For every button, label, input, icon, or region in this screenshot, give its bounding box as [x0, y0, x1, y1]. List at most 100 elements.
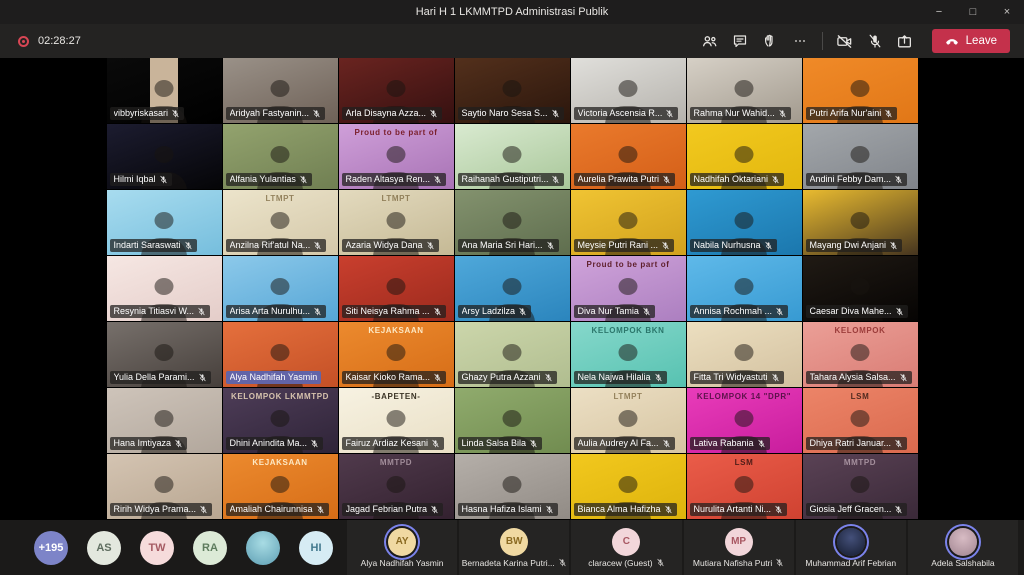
featured-participant[interactable]: Adela Salshabila — [908, 520, 1018, 575]
share-screen-button[interactable] — [890, 28, 920, 54]
participant-tile[interactable]: KELOMPOKTahara Alysia Salsa... — [803, 322, 918, 387]
participant-tile[interactable]: Arla Disayna Azza... — [339, 58, 454, 123]
participant-tile[interactable]: Caesar Diva Mahe... — [803, 256, 918, 321]
participant-initials-avatar[interactable]: C — [612, 528, 640, 556]
participant-tile[interactable]: vibbyriskasari — [107, 58, 222, 123]
participant-tile[interactable]: Proud to be part ofRaden Altasya Ren... — [339, 124, 454, 189]
participant-initials-avatar[interactable]: MP — [725, 528, 753, 556]
participant-tile[interactable]: Proud to be part ofDiva Nur Tamia — [571, 256, 686, 321]
participant-tile[interactable]: Saytio Naro Sesa S... — [455, 58, 570, 123]
participants-button[interactable] — [695, 28, 725, 54]
participant-tile[interactable]: Nadhifah Oktariani — [687, 124, 802, 189]
participant-tile[interactable]: Resynia Titiasvi W... — [107, 256, 222, 321]
maximize-button[interactable]: □ — [956, 0, 990, 24]
participant-tile[interactable]: MMTPDGiosia Jeff Gracen... — [803, 454, 918, 519]
participant-initials-avatar[interactable]: TW — [140, 531, 174, 565]
more-options-button[interactable] — [785, 28, 815, 54]
participant-tile[interactable]: Yulia Della Parami... — [107, 322, 222, 387]
participant-photo-avatar[interactable] — [949, 528, 977, 556]
participant-tile[interactable]: KELOMPOK BKNNela Najwa Hilalia — [571, 322, 686, 387]
participant-tile[interactable]: Mayang Dwi Anjani — [803, 190, 918, 255]
participant-name: Fairuz Ardiaz Kesani — [346, 438, 429, 449]
mic-muted-icon — [159, 175, 168, 184]
participant-name-label: Hilmi Iqbal — [110, 173, 172, 186]
participant-tile[interactable]: KELOMPOK LKMMTPD Dhini Anindita Ma... — [223, 388, 338, 453]
participant-tile[interactable]: -BAPETEN-Fairuz Ardiaz Kesani — [339, 388, 454, 453]
participant-initials-avatar[interactable]: AY — [388, 528, 416, 556]
mic-muted-icon — [895, 307, 904, 316]
participant-name: Ghazy Putra Azzani — [462, 372, 541, 383]
participant-tile[interactable]: Annisa Rochmah ... — [687, 256, 802, 321]
chat-button[interactable] — [725, 28, 755, 54]
participant-tile[interactable]: Alya Nadhifah Yasmin — [223, 322, 338, 387]
participant-tile[interactable]: Siti Neisya Rahma ... — [339, 256, 454, 321]
participant-tile[interactable]: Aurelia Prawita Putri — [571, 124, 686, 189]
participant-tile[interactable]: LSMNurulita Artanti Ni... — [687, 454, 802, 519]
participant-tile[interactable]: Ana Maria Sri Hari... — [455, 190, 570, 255]
participant-tile[interactable]: KEJAKSAANKaisar Kioko Rama... — [339, 322, 454, 387]
participant-tile[interactable]: Meysie Putri Rani ... — [571, 190, 686, 255]
participant-tile[interactable]: LTMPTAnzilna Rif'atul Na... — [223, 190, 338, 255]
participant-name-label: Meysie Putri Rani ... — [574, 239, 675, 252]
mic-muted-icon — [312, 109, 321, 118]
participant-tile[interactable]: MMTPDJagad Febrian Putra — [339, 454, 454, 519]
participant-name: Yulia Della Parami... — [114, 372, 195, 383]
participant-tile[interactable]: Andini Febby Dam... — [803, 124, 918, 189]
participant-tile[interactable]: Alfania Yulantias — [223, 124, 338, 189]
participant-tile[interactable]: Indarti Saraswati — [107, 190, 222, 255]
camera-toggle-button[interactable] — [830, 28, 860, 54]
participant-name-label: Alya Nadhifah Yasmin — [226, 371, 322, 384]
participant-name: Jagad Febrian Putra — [346, 504, 428, 515]
minimize-button[interactable]: − — [922, 0, 956, 24]
participant-tile[interactable]: KEJAKSAANAmaliah Chairunnisa — [223, 454, 338, 519]
participant-tile[interactable]: Arsy Ladzilza — [455, 256, 570, 321]
participant-tile[interactable]: Victoria Ascensia R... — [571, 58, 686, 123]
participant-tile[interactable]: KELOMPOK 14 "DPR"Lativa Rabania — [687, 388, 802, 453]
virtual-background-text: LSM — [687, 458, 802, 467]
participant-name-label: vibbyriskasari — [110, 107, 185, 120]
participant-initials-avatar[interactable]: BW — [500, 528, 528, 556]
participant-tile[interactable]: Aridyah Fastyanin... — [223, 58, 338, 123]
featured-participant[interactable]: MPMutiara Nafisha Putri — [684, 520, 794, 575]
featured-participant[interactable]: AY Alya Nadhifah Yasmin — [347, 520, 457, 575]
participant-initials-avatar[interactable]: AS — [87, 531, 121, 565]
participant-tile[interactable]: Hilmi Iqbal — [107, 124, 222, 189]
participant-tile[interactable]: Putri Arifa Nur'aini — [803, 58, 918, 123]
participant-tile[interactable]: LSMDhiya Ratri Januar... — [803, 388, 918, 453]
participant-tile[interactable]: Bianca Alma Hafizha — [571, 454, 686, 519]
close-button[interactable]: × — [990, 0, 1024, 24]
participant-name-label: Dhini Anindita Ma... — [226, 437, 324, 450]
featured-participant-name: Alya Nadhifah Yasmin — [361, 558, 444, 568]
participant-tile[interactable]: Rahma Nur Wahid... — [687, 58, 802, 123]
mic-muted-icon — [299, 175, 308, 184]
participant-initials-avatar[interactable]: +195 — [34, 531, 68, 565]
participant-name-label: Tahara Alysia Salsa... — [806, 371, 912, 384]
participant-tile[interactable]: Linda Salsa Bila — [455, 388, 570, 453]
virtual-background-text: KELOMPOK LKMMTPD — [223, 392, 338, 401]
mic-muted-icon — [757, 439, 766, 448]
participant-photo-avatar[interactable] — [246, 531, 280, 565]
mic-muted-icon — [778, 109, 787, 118]
participant-tile[interactable]: LTMPTAulia Audrey Al Fa... — [571, 388, 686, 453]
participant-initials-avatar[interactable]: RA — [193, 531, 227, 565]
participant-tile[interactable]: Hana Imtiyaza — [107, 388, 222, 453]
participant-tile[interactable]: Hasna Hafiza Islami — [455, 454, 570, 519]
leave-button[interactable]: Leave — [932, 29, 1010, 53]
participant-tile[interactable]: Arisa Arta Nurulhu... — [223, 256, 338, 321]
participant-tile[interactable]: Fitta Tri Widyastuti — [687, 322, 802, 387]
featured-participant[interactable]: Cclaracew (Guest) — [571, 520, 681, 575]
raise-hand-button[interactable] — [755, 28, 785, 54]
participant-tile[interactable]: Raihanah Gustiputri... — [455, 124, 570, 189]
featured-participant[interactable]: BWBernadeta Karina Putri... — [459, 520, 569, 575]
participant-tile[interactable]: LTMPTAzaria Widya Dana — [339, 190, 454, 255]
featured-participant[interactable]: Muhammad Arif Febrian — [796, 520, 906, 575]
participant-photo-avatar[interactable] — [837, 528, 865, 556]
participant-name: Alfania Yulantias — [230, 174, 296, 185]
camera-off-icon — [836, 33, 853, 50]
participant-initials-avatar[interactable]: HI — [299, 531, 333, 565]
mic-toggle-button[interactable] — [860, 28, 890, 54]
participant-tile[interactable]: Ghazy Putra Azzani — [455, 322, 570, 387]
participant-tile[interactable]: Nabila Nurhusna — [687, 190, 802, 255]
mic-muted-icon — [656, 558, 665, 567]
participant-tile[interactable]: Ririh Widya Prama... — [107, 454, 222, 519]
